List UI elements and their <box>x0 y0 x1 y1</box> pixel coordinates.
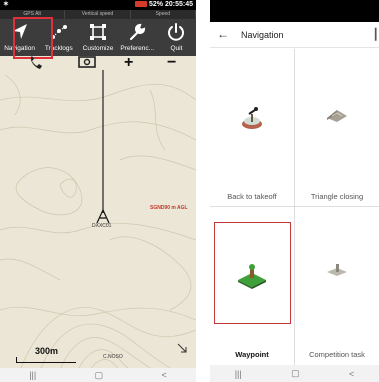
option-waypoint-label: Waypoint <box>235 350 269 359</box>
instrument-speed: Speed <box>131 10 196 19</box>
back-button[interactable]: < <box>162 370 167 380</box>
menu-customize-label: Customize <box>82 45 114 52</box>
map-scale-label: 300m <box>35 346 59 356</box>
menu-preferences-label: Preferenc... <box>120 45 155 52</box>
takeoff-icon <box>242 107 262 129</box>
waypoint-highlight-box <box>214 222 291 324</box>
status-right: 52% 20:55:45 <box>135 0 193 10</box>
recents-button[interactable]: ||| <box>29 370 36 380</box>
menu-quit-label: Quit <box>170 45 183 52</box>
customize-icon <box>90 24 106 40</box>
option-back-to-takeoff-label: Back to takeoff <box>227 192 277 201</box>
map-view[interactable] <box>0 70 196 368</box>
overflow-menu-icon[interactable]: ┃ <box>372 28 379 41</box>
option-triangle-closing[interactable]: Triangle closing <box>295 49 379 207</box>
right-phone-screen: ← Navigation ┃ Back to takeoff Triangle … <box>210 0 379 382</box>
competition-icon <box>327 264 347 276</box>
satellite-icon: ✶ <box>3 1 9 8</box>
status-bar-right <box>210 0 379 22</box>
option-back-to-takeoff[interactable]: Back to takeoff <box>210 49 294 207</box>
recents-button-right[interactable]: ||| <box>235 369 242 379</box>
agl-label: SGND90 m AGL <box>150 205 188 211</box>
zoom-in-button[interactable]: + <box>124 55 133 71</box>
instrument-vertical-speed: Vertical speed <box>65 10 131 19</box>
status-time: 52% 20:55:45 <box>149 1 193 8</box>
wrench-icon <box>130 23 146 41</box>
map-place-label: C.NOSO <box>103 354 123 360</box>
menu-quit[interactable]: Quit <box>157 19 196 56</box>
pilot-position-label: DXXC01 <box>92 223 112 229</box>
navigation-top-bar: ← Navigation ┃ <box>210 22 379 48</box>
home-button[interactable]: ▢ <box>95 370 104 381</box>
android-nav-bar-right: ||| ▢ < <box>210 365 379 382</box>
zoom-out-button[interactable]: − <box>167 55 176 71</box>
screenshot-root: ✶ 52% 20:55:45 GPS Alt Vertical speed Sp… <box>0 0 379 382</box>
android-nav-bar-left: ||| ▢ < <box>0 368 196 382</box>
triangle-icon <box>327 110 347 122</box>
battery-icon <box>135 1 148 8</box>
phone-icon[interactable] <box>28 56 44 70</box>
status-bar: ✶ 52% 20:55:45 <box>0 0 196 10</box>
option-triangle-closing-label: Triangle closing <box>310 192 364 201</box>
map-scale-bar <box>16 362 76 363</box>
map-tool-row: + − <box>0 55 196 71</box>
page-title: Navigation <box>241 30 284 40</box>
topo-map-graphic <box>0 70 196 368</box>
navigation-highlight-box <box>13 17 53 59</box>
power-icon <box>168 23 185 41</box>
left-phone-screen: ✶ 52% 20:55:45 GPS Alt Vertical speed Sp… <box>0 0 196 382</box>
camera-icon[interactable] <box>78 56 96 68</box>
back-arrow-icon[interactable]: ← <box>217 28 229 40</box>
menu-customize[interactable]: Customize <box>78 19 117 56</box>
option-competition-task-label: Competition task <box>309 350 365 359</box>
menu-preferences[interactable]: Preferenc... <box>118 19 157 56</box>
home-button-right[interactable]: ▢ <box>291 368 300 379</box>
option-competition-task[interactable]: Competition task <box>295 207 379 365</box>
back-button-right[interactable]: < <box>349 369 354 379</box>
